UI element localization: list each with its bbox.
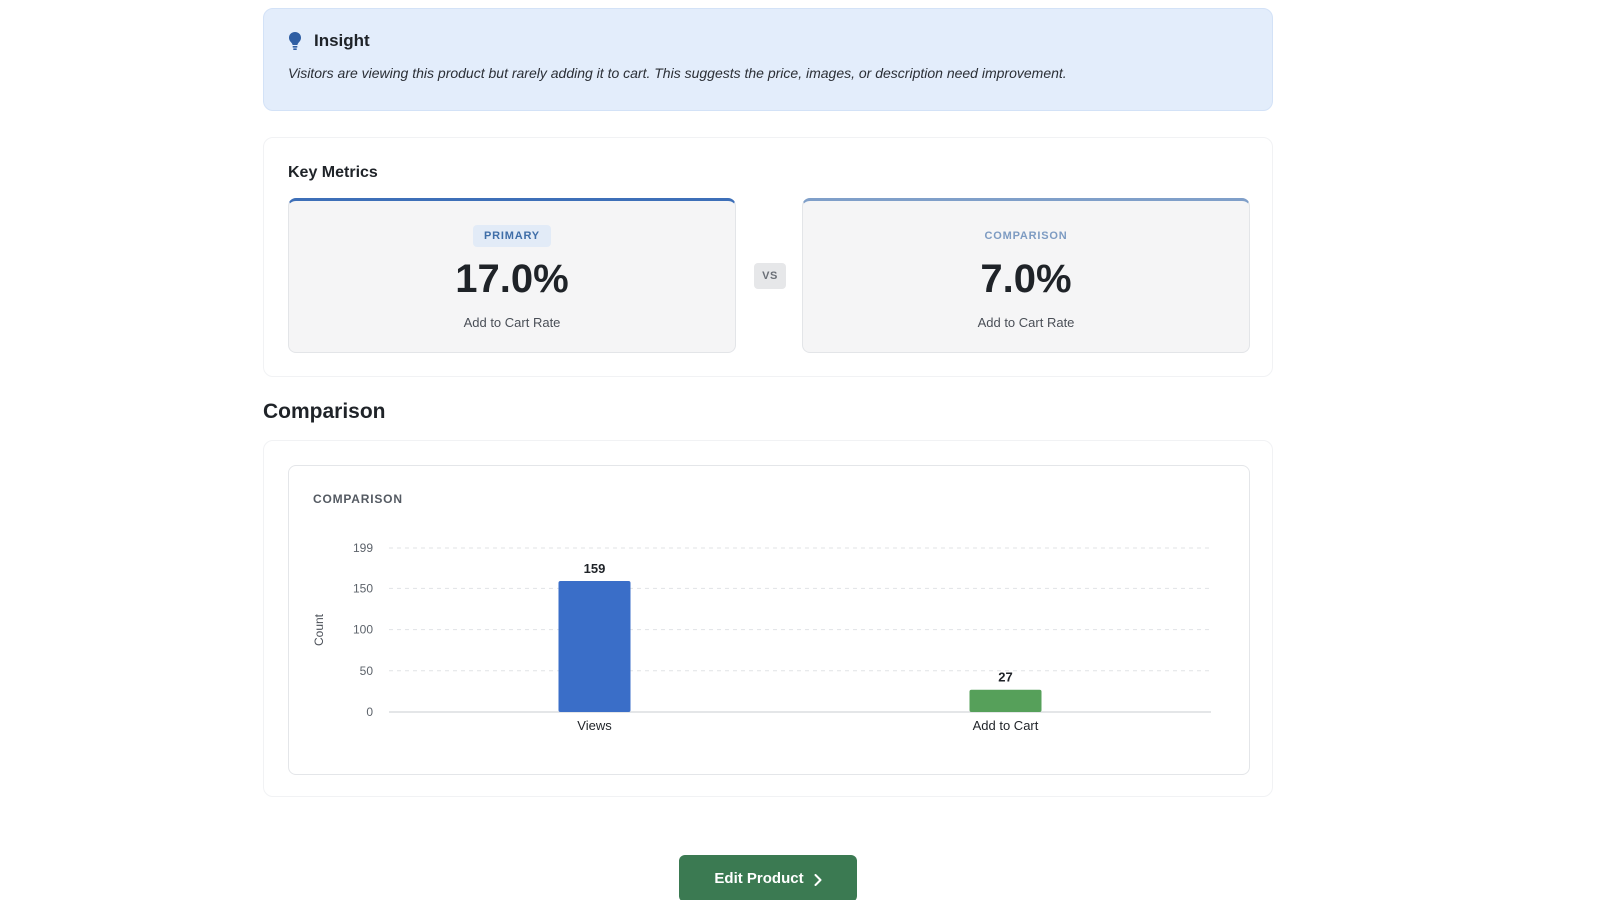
insight-title: Insight: [314, 31, 370, 50]
comparison-heading: Comparison: [263, 400, 386, 423]
y-tick-label: 0: [366, 705, 373, 719]
primary-badge: PRIMARY: [473, 225, 551, 247]
insight-banner: Insight Visitors are viewing this produc…: [263, 8, 1273, 111]
comparison-badge: COMPARISON: [984, 230, 1068, 242]
y-tick-label: 150: [353, 581, 373, 595]
insight-header: Insight: [288, 31, 1248, 51]
lightbulb-icon: [288, 31, 302, 51]
chevron-right-icon: [814, 873, 822, 886]
key-metrics-title: Key Metrics: [288, 164, 378, 181]
comparison-metric-box: COMPARISON 7.0% Add to Cart Rate: [802, 198, 1250, 353]
key-metrics-card: Key Metrics PRIMARY 17.0% Add to Cart Ra…: [263, 137, 1273, 377]
y-tick-label: 100: [353, 623, 373, 637]
primary-metric-value: 17.0%: [455, 257, 569, 301]
y-tick-label: 50: [360, 664, 374, 678]
bar-chart: 0 50 100 150 199 Count 159 Views 27 Add to Cart: [312, 541, 1211, 733]
data-label: 159: [584, 561, 606, 576]
comparison-section-card: COMPARISON 0 50 100 150 199 Count 159 Views 27 Ad…: [263, 440, 1273, 797]
product-insight-page: Insight Visitors are viewing this produc…: [0, 0, 1600, 900]
primary-metric-box: PRIMARY 17.0% Add to Cart Rate: [288, 198, 736, 353]
x-tick-label: Add to Cart: [973, 718, 1039, 733]
edit-product-label: Edit Product: [714, 870, 804, 887]
data-label: 27: [998, 670, 1012, 685]
bar: [969, 689, 1042, 712]
primary-metric-label: Add to Cart Rate: [463, 315, 561, 330]
vs-chip: VS: [754, 263, 786, 289]
bar: [558, 580, 631, 712]
edit-product-button[interactable]: Edit Product: [679, 855, 857, 900]
comparison-metric-label: Add to Cart Rate: [977, 315, 1075, 330]
y-axis-label: Count: [312, 613, 326, 646]
insight-text: Visitors are viewing this product but ra…: [288, 65, 1067, 81]
x-tick-label: Views: [577, 718, 612, 733]
y-tick-label: 199: [353, 541, 373, 555]
comparison-metric-value: 7.0%: [980, 257, 1072, 301]
chart-card: COMPARISON 0 50 100 150 199 Count 159 Views 27 Ad…: [288, 465, 1250, 775]
